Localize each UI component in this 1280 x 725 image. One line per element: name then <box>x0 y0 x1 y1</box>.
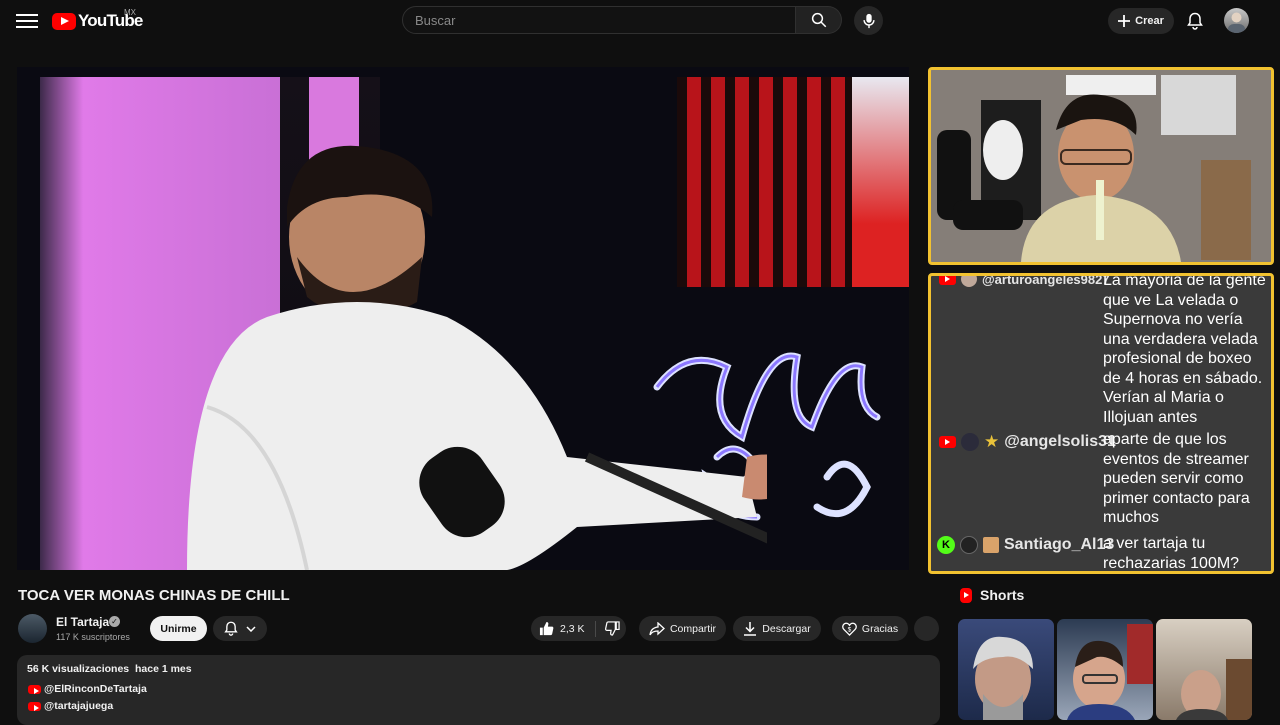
join-button[interactable]: Unirme <box>150 616 207 641</box>
description-link[interactable]: @ElRinconDeTartaja <box>28 683 147 695</box>
video-frame-window <box>852 77 909 287</box>
subscriber-count: 117 K suscriptores <box>56 632 130 642</box>
search-icon <box>811 12 826 28</box>
bell-icon <box>224 621 238 636</box>
chat-text: aparte de que los eventos de streamer pu… <box>1103 431 1250 526</box>
like-button[interactable]: 2,3 K <box>531 620 596 637</box>
youtube-logo[interactable]: YouTube MX <box>52 8 143 31</box>
facecam-overlay <box>928 67 1274 265</box>
chat-text: a ver tartaja tu rechazarias 100M? <box>1103 535 1240 572</box>
channel-name[interactable]: El Tartaja <box>56 615 109 629</box>
shorts-icon <box>960 587 972 603</box>
download-icon <box>744 622 757 636</box>
user-icon <box>960 536 978 554</box>
chat-text: La mayoria de la gente que ve La velada … <box>1103 273 1266 426</box>
short-thumbnail-image <box>1067 624 1153 720</box>
country-code: MX <box>124 8 136 17</box>
search-button[interactable] <box>796 6 842 34</box>
thumbs-up-icon <box>539 621 554 636</box>
like-dislike-group: 2,3 K <box>531 616 626 641</box>
channel-link[interactable]: @ElRinconDeTartaja <box>44 683 147 695</box>
description-link[interactable]: @tartajajuega <box>28 700 113 712</box>
download-label: Descargar <box>762 622 811 635</box>
youtube-icon <box>939 436 956 448</box>
live-chat-overlay: @arturoangeles9827 La mayoria de la gent… <box>928 273 1274 574</box>
more-actions-button[interactable] <box>914 616 939 641</box>
video-frame-person <box>187 145 767 570</box>
like-count: 2,3 K <box>560 622 585 635</box>
shorts-heading: Shorts <box>980 587 1025 603</box>
chat-username: @arturoangeles9827 <box>982 273 1110 287</box>
chat-author: K Santiago_Al13 <box>937 536 1114 554</box>
download-button[interactable]: Descargar <box>733 616 821 641</box>
share-label: Compartir <box>669 622 717 635</box>
short-thumbnail[interactable] <box>958 619 1054 720</box>
search-box[interactable] <box>402 6 796 34</box>
view-count: 56 K visualizaciones <box>27 663 130 675</box>
channel-link[interactable]: @tartajajuega <box>44 700 113 712</box>
kick-icon: K <box>937 536 955 554</box>
user-avatar-icon <box>1228 12 1245 33</box>
short-thumbnail-image <box>973 636 1033 720</box>
svg-text:$: $ <box>848 626 852 633</box>
short-thumbnail[interactable] <box>1156 619 1252 720</box>
chat-avatar <box>961 276 977 287</box>
thumbs-down-icon <box>604 621 620 636</box>
bell-icon <box>1187 12 1203 30</box>
chat-username: Santiago_Al13 <box>1004 536 1115 553</box>
chevron-down-icon <box>246 625 256 632</box>
video-title: TOCA VER MONAS CHINAS DE CHILL <box>18 587 290 604</box>
share-icon <box>649 621 665 635</box>
star-icon: ★ <box>984 432 1000 451</box>
search-input[interactable] <box>403 7 787 34</box>
thanks-heart-icon: $ <box>842 622 857 636</box>
channel-avatar[interactable] <box>18 614 47 643</box>
video-meta: 56 K visualizaciones hace 1 mes <box>27 663 192 675</box>
dislike-button[interactable] <box>596 621 620 636</box>
youtube-icon <box>28 684 41 694</box>
chat-avatar <box>961 433 979 451</box>
video-player[interactable] <box>17 67 909 570</box>
share-button[interactable]: Compartir <box>639 616 726 641</box>
create-button[interactable]: Crear <box>1108 8 1174 34</box>
plus-icon <box>1118 15 1131 27</box>
badge-icon <box>983 537 999 553</box>
youtube-play-icon <box>52 12 76 30</box>
short-thumbnail[interactable] <box>1057 619 1153 720</box>
verified-icon: ✓ <box>109 616 120 627</box>
thanks-button[interactable]: $ Gracias <box>832 616 908 641</box>
account-avatar[interactable] <box>1224 8 1249 33</box>
facecam-image <box>931 70 1271 262</box>
youtube-icon <box>28 701 41 711</box>
youtube-icon <box>939 276 956 285</box>
chat-author: @arturoangeles9827 <box>939 273 1110 287</box>
notifications-button[interactable] <box>1184 10 1206 32</box>
thanks-label: Gracias <box>861 622 899 635</box>
subscription-notifications-button[interactable] <box>213 616 267 641</box>
chat-username: @angelsolis31 <box>1004 433 1116 450</box>
voice-search-button[interactable] <box>854 6 883 35</box>
upload-date: hace 1 mes <box>134 663 192 675</box>
menu-icon[interactable] <box>14 10 40 32</box>
shorts-header: Shorts <box>960 587 1024 603</box>
chat-author: ★ @angelsolis31 <box>939 432 1116 452</box>
microphone-icon <box>862 13 875 28</box>
short-thumbnail-image <box>1176 659 1252 720</box>
create-label: Crear <box>1135 15 1164 27</box>
